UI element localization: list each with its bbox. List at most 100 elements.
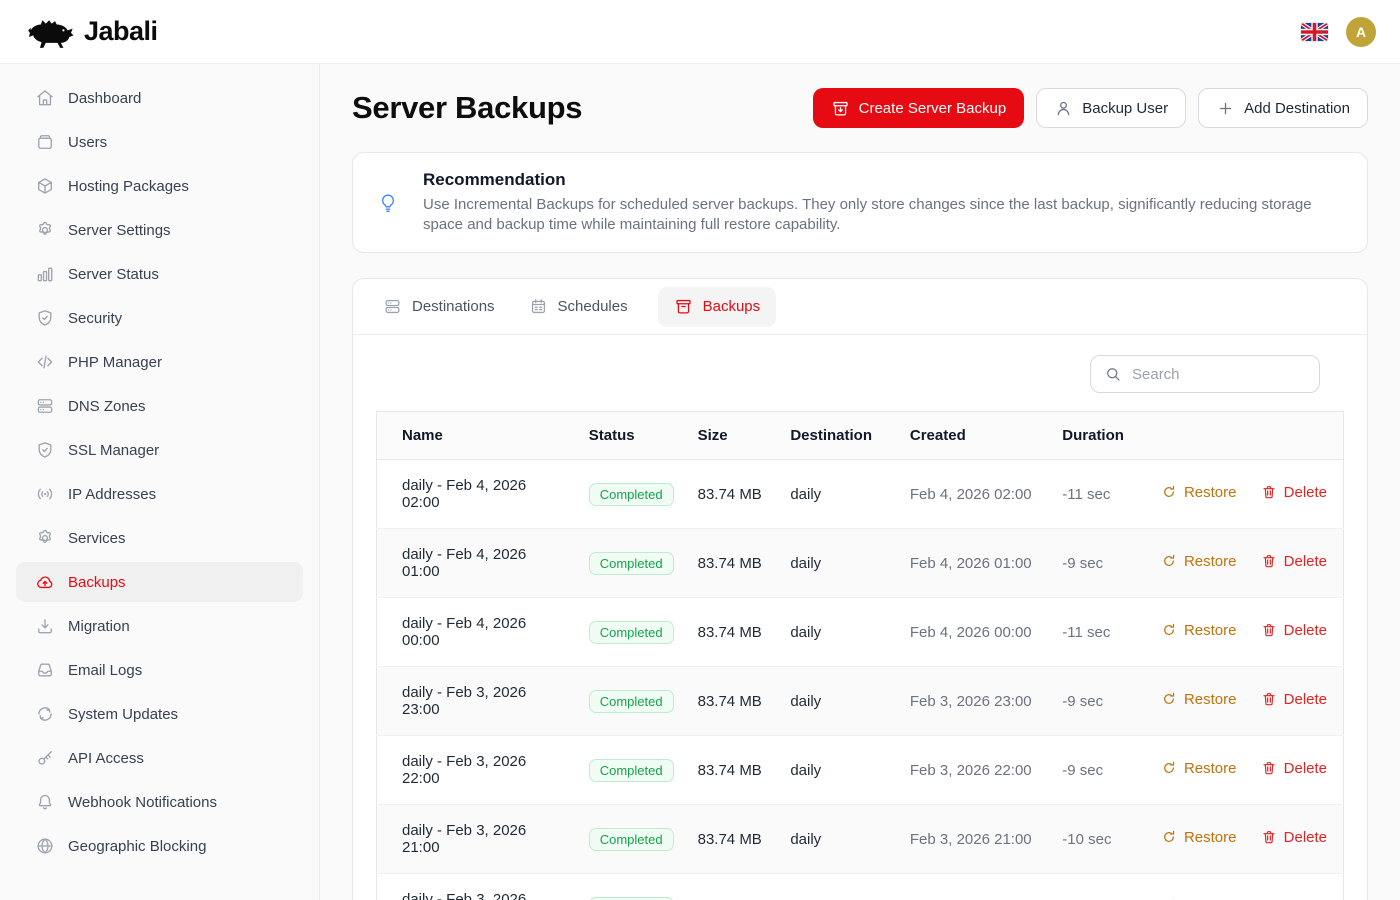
backup-destination: daily bbox=[778, 736, 898, 805]
restore-icon bbox=[1161, 553, 1177, 569]
shield-check-icon bbox=[35, 440, 55, 460]
sidebar-item-services[interactable]: Services bbox=[16, 518, 303, 558]
backup-size: 83.74 MB bbox=[686, 805, 779, 874]
delete-button[interactable]: Delete bbox=[1261, 622, 1327, 639]
sidebar-item-dns-zones[interactable]: DNS Zones bbox=[16, 386, 303, 426]
delete-button[interactable]: Delete bbox=[1261, 829, 1327, 846]
sidebar-item-label: SSL Manager bbox=[68, 442, 159, 459]
sidebar-item-server-settings[interactable]: Server Settings bbox=[16, 210, 303, 250]
table-row: daily - Feb 3, 2026 22:00 Completed 83.7… bbox=[377, 736, 1344, 805]
sidebar-item-server-status[interactable]: Server Status bbox=[16, 254, 303, 294]
trash-icon bbox=[1261, 829, 1277, 845]
column-header-size: Size bbox=[686, 412, 779, 460]
search-icon bbox=[1104, 365, 1122, 383]
sidebar-item-label: Security bbox=[68, 310, 122, 327]
tab-bar: Destinations Schedules Backups bbox=[353, 279, 1367, 335]
sidebar-item-users[interactable]: Users bbox=[16, 122, 303, 162]
recommendation-title: Recommendation bbox=[423, 170, 1343, 190]
tab-schedules[interactable]: Schedules bbox=[525, 287, 632, 327]
table-row: daily - Feb 3, 2026 23:00 Completed 83.7… bbox=[377, 667, 1344, 736]
sidebar-item-label: Users bbox=[68, 134, 107, 151]
server-stack-icon bbox=[35, 396, 55, 416]
lightbulb-icon bbox=[377, 192, 399, 214]
brand[interactable]: Jabali bbox=[24, 14, 158, 50]
tab-label: Schedules bbox=[558, 298, 628, 315]
code-icon bbox=[35, 352, 55, 372]
sidebar-item-label: Geographic Blocking bbox=[68, 838, 206, 855]
sidebar-item-label: DNS Zones bbox=[68, 398, 146, 415]
sidebar-item-label: Services bbox=[68, 530, 126, 547]
shield-check-icon bbox=[35, 308, 55, 328]
sidebar-item-backups[interactable]: Backups bbox=[16, 562, 303, 602]
sidebar-item-label: API Access bbox=[68, 750, 144, 767]
sidebar-item-label: Backups bbox=[68, 574, 126, 591]
plus-icon bbox=[1216, 99, 1235, 118]
sidebar-item-ssl-manager[interactable]: SSL Manager bbox=[16, 430, 303, 470]
arrows-refresh-icon bbox=[35, 704, 55, 724]
user-icon bbox=[1054, 99, 1073, 118]
download-tray-icon bbox=[35, 616, 55, 636]
sidebar-item-system-updates[interactable]: System Updates bbox=[16, 694, 303, 734]
restore-icon bbox=[1161, 691, 1177, 707]
sidebar-item-geographic-blocking[interactable]: Geographic Blocking bbox=[16, 826, 303, 866]
recommendation-body: Use Incremental Backups for scheduled se… bbox=[423, 195, 1343, 235]
table-header-row: Name Status Size Destination Created Dur… bbox=[377, 412, 1344, 460]
backup-destination: daily bbox=[778, 598, 898, 667]
signal-icon bbox=[35, 484, 55, 504]
column-header-status: Status bbox=[577, 412, 686, 460]
archive-box-icon bbox=[35, 132, 55, 152]
sidebar-item-dashboard[interactable]: Dashboard bbox=[16, 78, 303, 118]
language-flag-icon[interactable] bbox=[1301, 23, 1328, 41]
restore-button[interactable]: Restore bbox=[1161, 829, 1237, 846]
search-input[interactable] bbox=[1132, 366, 1306, 383]
status-badge: Completed bbox=[589, 690, 674, 713]
backup-size: 83.74 MB bbox=[686, 460, 779, 529]
bell-icon bbox=[35, 792, 55, 812]
server-stack-icon bbox=[383, 297, 402, 316]
sidebar-item-security[interactable]: Security bbox=[16, 298, 303, 338]
restore-button[interactable]: Restore bbox=[1161, 622, 1237, 639]
delete-button[interactable]: Delete bbox=[1261, 553, 1327, 570]
backup-name: daily - Feb 4, 2026 01:00 bbox=[377, 529, 577, 598]
restore-button[interactable]: Restore bbox=[1161, 484, 1237, 501]
archive-box-icon bbox=[674, 297, 693, 316]
home-icon bbox=[35, 88, 55, 108]
sidebar-item-api-access[interactable]: API Access bbox=[16, 738, 303, 778]
sidebar-item-migration[interactable]: Migration bbox=[16, 606, 303, 646]
table-row: daily - Feb 4, 2026 02:00 Completed 83.7… bbox=[377, 460, 1344, 529]
user-avatar[interactable]: A bbox=[1346, 17, 1376, 47]
backup-user-button[interactable]: Backup User bbox=[1036, 88, 1186, 128]
status-badge: Completed bbox=[589, 759, 674, 782]
backup-duration: -10 sec bbox=[1050, 874, 1149, 900]
backup-duration: -9 sec bbox=[1050, 667, 1149, 736]
sidebar-item-email-logs[interactable]: Email Logs bbox=[16, 650, 303, 690]
restore-button[interactable]: Restore bbox=[1161, 760, 1237, 777]
column-header-created: Created bbox=[898, 412, 1050, 460]
delete-button[interactable]: Delete bbox=[1261, 691, 1327, 708]
trash-icon bbox=[1261, 691, 1277, 707]
sidebar-item-label: Dashboard bbox=[68, 90, 141, 107]
sidebar-item-php-manager[interactable]: PHP Manager bbox=[16, 342, 303, 382]
status-badge: Completed bbox=[589, 552, 674, 575]
tab-destinations[interactable]: Destinations bbox=[379, 287, 499, 327]
sidebar-item-label: Server Settings bbox=[68, 222, 171, 239]
backup-destination: daily bbox=[778, 874, 898, 900]
sidebar-item-label: Migration bbox=[68, 618, 130, 635]
delete-button[interactable]: Delete bbox=[1261, 484, 1327, 501]
sidebar-item-webhook-notifications[interactable]: Webhook Notifications bbox=[16, 782, 303, 822]
archive-arrow-down-icon bbox=[831, 99, 850, 118]
sidebar-item-label: PHP Manager bbox=[68, 354, 162, 371]
trash-icon bbox=[1261, 622, 1277, 638]
sidebar-item-hosting-packages[interactable]: Hosting Packages bbox=[16, 166, 303, 206]
calendar-icon bbox=[529, 297, 548, 316]
create-server-backup-button[interactable]: Create Server Backup bbox=[813, 88, 1025, 128]
delete-button[interactable]: Delete bbox=[1261, 760, 1327, 777]
restore-button[interactable]: Restore bbox=[1161, 553, 1237, 570]
restore-button[interactable]: Restore bbox=[1161, 691, 1237, 708]
add-destination-button[interactable]: Add Destination bbox=[1198, 88, 1368, 128]
backup-name: daily - Feb 4, 2026 02:00 bbox=[377, 460, 577, 529]
sidebar-item-ip-addresses[interactable]: IP Addresses bbox=[16, 474, 303, 514]
column-header-actions bbox=[1149, 412, 1344, 460]
backup-destination: daily bbox=[778, 667, 898, 736]
tab-backups[interactable]: Backups bbox=[658, 287, 777, 327]
